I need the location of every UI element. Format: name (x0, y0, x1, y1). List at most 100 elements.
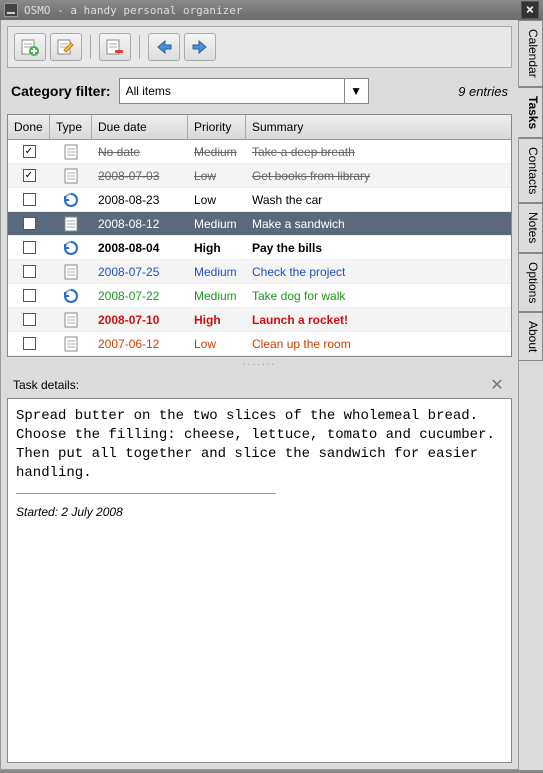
minimize-button[interactable] (4, 3, 18, 17)
type-icon (50, 264, 92, 280)
table-row[interactable]: 2007-06-12LowClean up the room (8, 332, 511, 356)
table-row[interactable]: 2008-07-10HighLaunch a rocket! (8, 308, 511, 332)
done-checkbox[interactable] (23, 217, 36, 230)
arrow-left-icon (155, 39, 173, 55)
priority: High (188, 241, 246, 255)
table-header: Done Type Due date Priority Summary (8, 115, 511, 140)
edit-task-button[interactable] (50, 33, 82, 61)
table-row[interactable]: 2008-07-25MediumCheck the project (8, 260, 511, 284)
next-button[interactable] (184, 33, 216, 61)
priority: High (188, 313, 246, 327)
filter-bar: Category filter: All items ▼ 9 entries (7, 68, 512, 114)
type-icon (50, 240, 92, 256)
priority: Medium (188, 289, 246, 303)
priority: Low (188, 337, 246, 351)
filter-selected-value: All items (126, 84, 171, 98)
table-row[interactable]: 2008-07-22MediumTake dog for walk (8, 284, 511, 308)
close-details-button[interactable]: ✕ (488, 376, 506, 394)
entries-count: 9 entries (458, 84, 508, 99)
side-tabs: CalendarTasksContactsNotesOptionsAbout (519, 20, 543, 770)
window-title: OSMO - a handy personal organizer (24, 4, 243, 17)
col-type[interactable]: Type (50, 115, 92, 139)
priority: Medium (188, 145, 246, 159)
due-date: 2008-07-25 (92, 265, 188, 279)
details-separator (16, 493, 276, 494)
due-date: No date (92, 145, 188, 159)
tab-options[interactable]: Options (519, 253, 543, 312)
table-row[interactable]: 2008-08-23LowWash the car (8, 188, 511, 212)
new-task-icon (20, 38, 40, 56)
done-checkbox[interactable]: ✓ (23, 169, 36, 182)
due-date: 2008-07-03 (92, 169, 188, 183)
col-done[interactable]: Done (8, 115, 50, 139)
done-checkbox[interactable] (23, 337, 36, 350)
due-date: 2008-07-22 (92, 289, 188, 303)
priority: Low (188, 169, 246, 183)
toolbar (7, 26, 512, 68)
task-table: Done Type Due date Priority Summary ✓ No … (7, 114, 512, 357)
priority: Medium (188, 265, 246, 279)
tab-tasks[interactable]: Tasks (518, 87, 543, 138)
summary: Launch a rocket! (246, 313, 511, 327)
type-icon (50, 192, 92, 208)
dropdown-arrow-icon: ▼ (344, 79, 368, 103)
new-task-button[interactable] (14, 33, 46, 61)
type-icon (50, 144, 92, 160)
due-date: 2008-07-10 (92, 313, 188, 327)
toolbar-separator (90, 35, 91, 59)
window-titlebar[interactable]: OSMO - a handy personal organizer × (0, 0, 543, 20)
due-date: 2008-08-04 (92, 241, 188, 255)
task-details-label: Task details: (13, 378, 79, 392)
summary: Get books from library (246, 169, 511, 183)
summary: Check the project (246, 265, 511, 279)
table-row[interactable]: 2008-08-04HighPay the bills (8, 236, 511, 260)
arrow-right-icon (191, 39, 209, 55)
type-icon (50, 168, 92, 184)
tab-notes[interactable]: Notes (519, 203, 543, 252)
task-details-text: Spread butter on the two slices of the w… (16, 407, 503, 483)
category-filter-select[interactable]: All items ▼ (119, 78, 369, 104)
delete-task-icon (105, 38, 125, 56)
summary: Pay the bills (246, 241, 511, 255)
tab-about[interactable]: About (519, 312, 543, 361)
col-summary[interactable]: Summary (246, 115, 511, 139)
priority: Medium (188, 217, 246, 231)
task-details-header: Task details: ✕ (7, 372, 512, 398)
done-checkbox[interactable] (23, 241, 36, 254)
col-due[interactable]: Due date (92, 115, 188, 139)
col-priority[interactable]: Priority (188, 115, 246, 139)
table-row[interactable]: 2008-08-12MediumMake a sandwich (8, 212, 511, 236)
summary: Take dog for walk (246, 289, 511, 303)
due-date: 2008-08-12 (92, 217, 188, 231)
type-icon (50, 216, 92, 232)
done-checkbox[interactable] (23, 265, 36, 278)
type-icon (50, 312, 92, 328)
done-checkbox[interactable] (23, 313, 36, 326)
table-body: ✓No dateMediumTake a deep breath✓2008-07… (8, 140, 511, 356)
done-checkbox[interactable] (23, 289, 36, 302)
due-date: 2007-06-12 (92, 337, 188, 351)
filter-label: Category filter: (11, 83, 111, 99)
type-icon (50, 288, 92, 304)
priority: Low (188, 193, 246, 207)
pane-resize-grip[interactable]: ∙∙∙∙∙∙∙ (7, 357, 512, 372)
task-details-body: Spread butter on the two slices of the w… (7, 398, 512, 763)
type-icon (50, 336, 92, 352)
done-checkbox[interactable] (23, 193, 36, 206)
due-date: 2008-08-23 (92, 193, 188, 207)
delete-task-button[interactable] (99, 33, 131, 61)
tab-calendar[interactable]: Calendar (519, 20, 543, 87)
summary: Make a sandwich (246, 217, 511, 231)
tab-contacts[interactable]: Contacts (519, 138, 543, 203)
summary: Clean up the room (246, 337, 511, 351)
table-row[interactable]: ✓ No dateMediumTake a deep breath (8, 140, 511, 164)
close-window-button[interactable]: × (521, 1, 539, 19)
edit-task-icon (56, 38, 76, 56)
toolbar-separator (139, 35, 140, 59)
done-checkbox[interactable]: ✓ (23, 145, 36, 158)
summary: Wash the car (246, 193, 511, 207)
prev-button[interactable] (148, 33, 180, 61)
table-row[interactable]: ✓ 2008-07-03LowGet books from library (8, 164, 511, 188)
task-started-text: Started: 2 July 2008 (16, 504, 503, 520)
summary: Take a deep breath (246, 145, 511, 159)
